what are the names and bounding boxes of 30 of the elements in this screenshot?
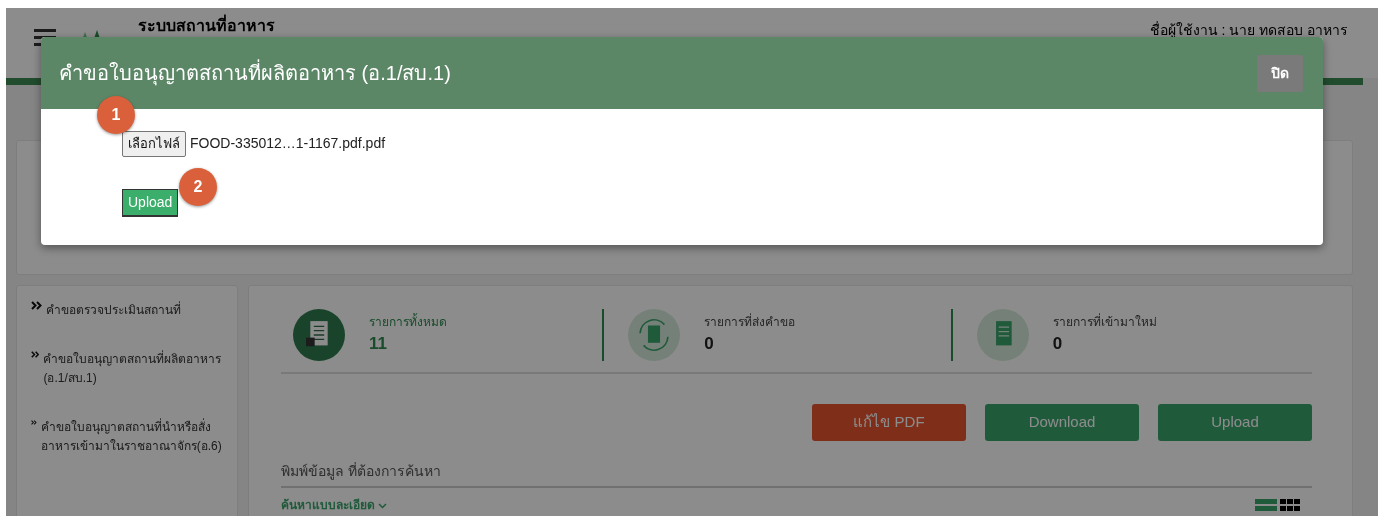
stat-label: รายการทั้งหมด <box>369 313 447 332</box>
close-button[interactable]: ปิด <box>1257 54 1303 92</box>
search-field[interactable]: พิมพ์ข้อมูล ที่ต้องการค้นหา <box>281 457 1312 488</box>
sidebar-item[interactable]: คำขอตรวจประเมินสถานที่ <box>17 301 237 320</box>
upload-button[interactable]: Upload <box>1158 404 1312 441</box>
app-title: ระบบสถานที่อาหาร <box>138 16 275 36</box>
file-name: FOOD-335012…1-1167.pdf.pdf <box>190 134 386 154</box>
stat-label: รายการที่เข้ามาใหม่ <box>1052 313 1157 332</box>
sidebar-item[interactable]: คำขอใบอนุญาตสถานที่ผลิตอาหาร (อ.1/สบ.1) <box>17 350 237 388</box>
choose-file-button[interactable]: เลือกไฟล์ <box>122 131 186 157</box>
stat-label: รายการที่ส่งคำขอ <box>704 313 796 332</box>
document-icon <box>976 309 1029 361</box>
double-chevron-icon <box>31 418 37 427</box>
document-icon <box>293 309 345 361</box>
sidebar-item[interactable]: คำขอใบอนุญาตสถานที่นำหรือสั่งอาหารเข้ามาในราชอาณาจักร(อ.6) <box>17 418 237 456</box>
document-icon <box>628 309 681 361</box>
download-button[interactable]: Download <box>985 404 1139 441</box>
chevron-down-icon <box>378 502 388 509</box>
stat-count: 0 <box>1052 333 1064 356</box>
double-chevron-icon <box>31 301 42 310</box>
stat-count: 11 <box>369 333 388 356</box>
advanced-search-link[interactable]: ค้นหาแบบละเอียด <box>281 496 388 514</box>
upload-button[interactable]: Upload <box>122 188 179 217</box>
user-name: ชื่อผู้ใช้งาน : นาย ทดสอบ อาหาร <box>1149 20 1348 40</box>
grid-view-icon[interactable] <box>1280 499 1300 511</box>
double-chevron-icon <box>31 350 40 359</box>
edit-pdf-button[interactable]: แก้ไข PDF <box>812 404 966 441</box>
step-marker: 2 <box>179 168 217 206</box>
modal-title: คำขอใบอนุญาตสถานที่ผลิตอาหาร (อ.1/สบ.1) <box>59 61 451 85</box>
stat-count: 0 <box>704 333 715 356</box>
